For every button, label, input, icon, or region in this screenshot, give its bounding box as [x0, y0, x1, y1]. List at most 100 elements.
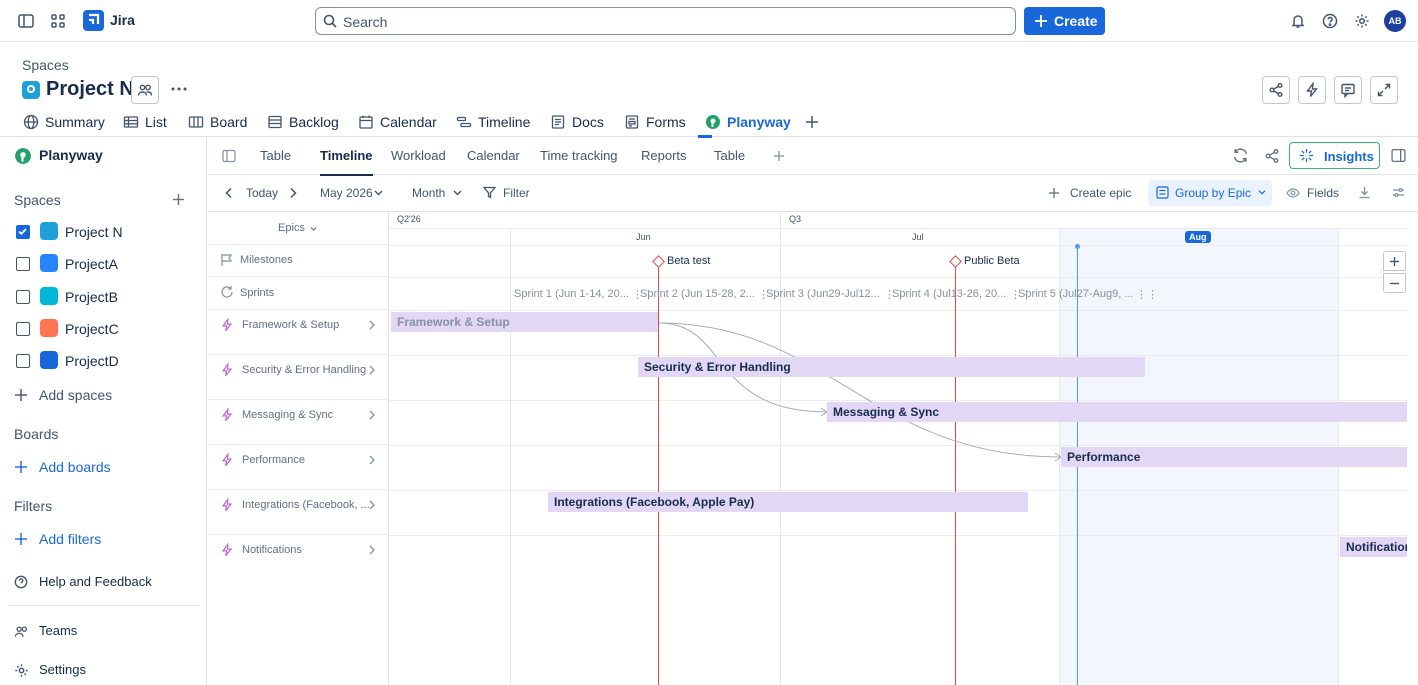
jira-logo-icon[interactable] [83, 10, 104, 31]
app-name[interactable]: Jira [110, 12, 135, 28]
chevron-down-icon [374, 189, 383, 197]
view-tab-calendar[interactable]: Calendar [467, 148, 520, 163]
epic-bar-security[interactable]: Security & Error Handling [638, 357, 1145, 377]
download-icon[interactable] [1358, 186, 1371, 199]
people-icon [14, 624, 29, 639]
project-team-button[interactable] [131, 76, 159, 104]
epic-bar-performance[interactable]: Performance [1061, 447, 1407, 467]
sidebar-toggle-icon[interactable] [14, 9, 38, 33]
planyway-logo-icon [14, 147, 32, 165]
project-d-avatar-icon [40, 351, 58, 369]
create-epic-button[interactable]: Create epic [1070, 186, 1131, 200]
collapse-sidebar-icon[interactable] [222, 149, 236, 163]
view-tab-workload[interactable]: Workload [391, 148, 446, 163]
view-tab-table-2[interactable]: Table [714, 148, 745, 163]
expand-icon [1376, 82, 1392, 98]
filter-icon[interactable] [483, 186, 496, 199]
scale-selector[interactable]: Month [412, 186, 445, 200]
planyway-logo-icon [705, 114, 721, 130]
chevron-right-icon[interactable] [368, 365, 376, 375]
list-icon [123, 114, 139, 130]
user-avatar[interactable]: AB [1384, 10, 1406, 32]
add-tab-plus-icon[interactable] [804, 114, 820, 130]
zoom-out-button[interactable] [1383, 273, 1406, 293]
view-tab-time-tracking[interactable]: Time tracking [540, 148, 618, 163]
view-tab-timeline[interactable]: Timeline [320, 148, 373, 176]
settings-gear-icon[interactable] [1350, 9, 1374, 33]
plus-icon [1389, 256, 1400, 267]
panel-toggle-icon[interactable] [1391, 148, 1406, 163]
checkbox[interactable] [16, 257, 30, 271]
form-icon [624, 114, 640, 130]
plus-icon [14, 460, 28, 474]
app-switcher-icon[interactable] [46, 9, 70, 33]
epic-row-label[interactable]: Performance [208, 445, 388, 490]
fullscreen-button[interactable] [1370, 76, 1398, 104]
top-navigation: Jira Search Create AB [0, 0, 1418, 42]
chevron-right-icon[interactable] [368, 320, 376, 330]
chevron-right-icon[interactable] [368, 545, 376, 555]
project-a-avatar-icon [40, 254, 58, 272]
space-item-project-c[interactable]: ProjectC [14, 316, 200, 342]
spaces-heading: Spaces [14, 192, 61, 208]
plus-icon [14, 388, 28, 402]
people-icon [137, 82, 153, 98]
epic-row-label[interactable]: Framework & Setup [208, 310, 388, 355]
more-options-icon[interactable] [170, 80, 188, 98]
add-space-plus-icon[interactable] [172, 193, 185, 206]
backlog-icon [267, 114, 283, 130]
search-input[interactable]: Search [315, 7, 1016, 35]
space-item-project-n[interactable]: Project N [14, 219, 200, 245]
chevron-right-icon[interactable] [368, 455, 376, 465]
checkbox[interactable] [16, 290, 30, 304]
chevron-left-icon[interactable] [224, 187, 234, 199]
period-selector[interactable]: May 2026 [320, 186, 373, 200]
sliders-icon[interactable] [1392, 186, 1405, 199]
create-button[interactable]: Create [1024, 7, 1105, 35]
plus-icon[interactable] [1048, 187, 1060, 199]
eye-icon[interactable] [1286, 187, 1300, 199]
chevron-right-icon[interactable] [368, 500, 376, 510]
epic-bar-framework-setup[interactable]: Framework & Setup [391, 312, 658, 332]
checkbox[interactable] [16, 354, 30, 368]
today-button[interactable]: Today [246, 186, 278, 200]
epic-row-label[interactable]: Notifications [208, 535, 388, 580]
space-item-project-a[interactable]: ProjectA [14, 251, 200, 277]
timeline-icon [456, 114, 472, 130]
zoom-in-button[interactable] [1383, 251, 1406, 271]
epic-bar-notifications[interactable]: Notification [1340, 537, 1407, 557]
epics-header[interactable]: Epics [208, 212, 388, 245]
chevron-down-icon [453, 189, 462, 197]
checkbox[interactable] [16, 322, 30, 336]
notifications-icon[interactable] [1286, 9, 1310, 33]
epic-row-label[interactable]: Integrations (Facebook, ... [208, 490, 388, 535]
chevron-right-icon[interactable] [288, 187, 298, 199]
filter-button[interactable]: Filter [503, 186, 530, 200]
share-button[interactable] [1262, 76, 1290, 104]
group-by-epic-button[interactable]: Group by Epic [1148, 180, 1272, 206]
view-tab-table[interactable]: Table [260, 148, 291, 163]
automation-button[interactable] [1298, 76, 1326, 104]
plus-icon [1034, 14, 1048, 28]
feedback-button[interactable] [1334, 76, 1362, 104]
epic-bar-integrations[interactable]: Integrations (Facebook, Apple Pay) [548, 492, 1028, 512]
epic-lightning-icon [220, 498, 234, 512]
refresh-icon[interactable] [1232, 147, 1249, 164]
fields-button[interactable]: Fields [1307, 186, 1339, 200]
add-view-plus-icon[interactable] [773, 150, 785, 162]
epic-bar-messaging[interactable]: Messaging & Sync [827, 402, 1407, 422]
view-tab-reports[interactable]: Reports [641, 148, 687, 163]
project-c-avatar-icon [40, 319, 58, 337]
breadcrumb[interactable]: Spaces [22, 57, 69, 73]
help-icon[interactable] [1318, 9, 1342, 33]
insights-button[interactable]: Insights [1289, 142, 1380, 169]
chevron-right-icon[interactable] [368, 410, 376, 420]
epic-row-label[interactable]: Security & Error Handling [208, 355, 388, 400]
share-icon[interactable] [1264, 148, 1280, 164]
space-item-project-b[interactable]: ProjectB [14, 284, 200, 310]
project-b-avatar-icon [40, 287, 58, 305]
space-item-project-d[interactable]: ProjectD [14, 348, 200, 374]
checkbox-checked[interactable] [16, 225, 30, 239]
epic-row-label[interactable]: Messaging & Sync [208, 400, 388, 445]
project-avatar-icon [22, 81, 40, 99]
